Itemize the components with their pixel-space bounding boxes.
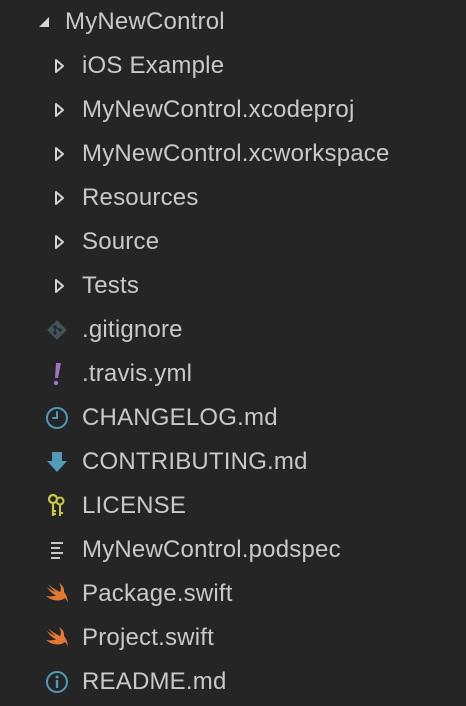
chevron-collapsed-icon[interactable] [51, 58, 67, 74]
tree-item-file[interactable]: CONTRIBUTING.md [0, 440, 466, 484]
tree-item-label: .gitignore [82, 316, 183, 343]
tree-item-label: MyNewControl.podspec [82, 536, 341, 563]
tree-item-file[interactable]: README.md [0, 660, 466, 704]
swift-icon [44, 625, 70, 651]
download-arrow-icon [44, 449, 70, 475]
tree-item-file[interactable]: .travis.yml [0, 352, 466, 396]
tree-item-label: .travis.yml [82, 360, 193, 387]
tree-item-label: README.md [82, 668, 227, 695]
tree-item-label: MyNewControl.xcodeproj [82, 96, 355, 123]
tree-item-label: CONTRIBUTING.md [82, 448, 308, 475]
tree-item-root[interactable]: MyNewControl [0, 0, 466, 44]
tree-item-folder[interactable]: Source [0, 220, 466, 264]
tree-item-label: MyNewControl.xcworkspace [82, 140, 390, 167]
tree-item-label: LICENSE [82, 492, 187, 519]
chevron-expanded-icon[interactable] [36, 14, 52, 30]
swift-icon [44, 581, 70, 607]
info-icon [44, 669, 70, 695]
tree-item-label: CHANGELOG.md [82, 404, 278, 431]
tree-item-label: Project.swift [82, 624, 214, 651]
tree-item-label: Package.swift [82, 580, 233, 607]
tree-item-file[interactable]: Package.swift [0, 572, 466, 616]
chevron-collapsed-icon[interactable] [51, 146, 67, 162]
tree-item-file[interactable]: CHANGELOG.md [0, 396, 466, 440]
clock-icon [44, 405, 70, 431]
chevron-collapsed-icon[interactable] [51, 190, 67, 206]
chevron-collapsed-icon[interactable] [51, 278, 67, 294]
tree-item-folder[interactable]: MyNewControl.xcodeproj [0, 88, 466, 132]
git-icon [44, 317, 70, 343]
tree-item-file[interactable]: MyNewControl.podspec [0, 528, 466, 572]
tree-item-label: Tests [82, 272, 140, 299]
file-explorer-tree: MyNewControl iOS Example MyNewControl.xc… [0, 0, 466, 706]
tree-item-label: Resources [82, 184, 199, 211]
chevron-collapsed-icon[interactable] [51, 234, 67, 250]
tree-item-file[interactable]: Project.swift [0, 616, 466, 660]
chevron-collapsed-icon[interactable] [51, 102, 67, 118]
exclamation-icon [44, 361, 70, 387]
key-icon [44, 493, 70, 519]
tree-item-label: MyNewControl [65, 8, 225, 35]
tree-item-file[interactable]: LICENSE [0, 484, 466, 528]
tree-item-file[interactable]: .gitignore [0, 308, 466, 352]
tree-item-folder[interactable]: Tests [0, 264, 466, 308]
tree-item-label: iOS Example [82, 52, 225, 79]
tree-item-folder[interactable]: MyNewControl.xcworkspace [0, 132, 466, 176]
tree-item-folder[interactable]: iOS Example [0, 44, 466, 88]
tree-item-folder[interactable]: Resources [0, 176, 466, 220]
text-lines-icon [44, 537, 70, 563]
tree-item-label: Source [82, 228, 160, 255]
